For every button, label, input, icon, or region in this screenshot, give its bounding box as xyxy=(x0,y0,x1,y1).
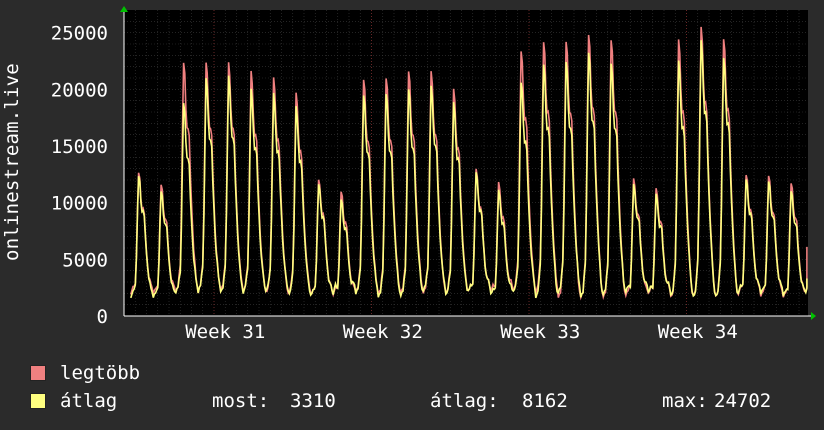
x-tick-label: Week 31 xyxy=(185,321,265,343)
y-tick-label: 10000 xyxy=(51,193,108,215)
legend-swatch-max xyxy=(30,365,46,381)
legend-swatch-avg xyxy=(30,393,46,409)
x-tick-label: Week 32 xyxy=(343,321,423,343)
y-tick-label: 5000 xyxy=(62,249,108,271)
legend-item-avg: átlag xyxy=(30,390,117,412)
x-tick-label: Week 33 xyxy=(500,321,580,343)
y-tick-label: 0 xyxy=(97,306,108,328)
y-axis-ticks: 0 5000 10000 15000 20000 25000 xyxy=(51,23,108,328)
x-axis-ticks: Week 31 Week 32 Week 33 Week 34 xyxy=(185,321,738,343)
stat-now-value: 3310 xyxy=(290,390,336,412)
y-axis-arrow xyxy=(120,6,128,12)
chart-canvas: 0 5000 10000 15000 20000 25000 Week 31 Week 32… xyxy=(51,6,816,343)
y-axis-label: onlinestream.live xyxy=(1,63,23,261)
legend-label-max: legtöbb xyxy=(60,362,141,384)
x-axis-arrow xyxy=(811,312,816,320)
stat-now-label: most: xyxy=(212,390,270,412)
x-tick-label: Week 34 xyxy=(658,321,738,343)
stat-max-label: max: xyxy=(662,390,708,412)
legend-item-max: legtöbb xyxy=(30,362,140,384)
stat-avg-label: átlag: xyxy=(430,390,499,412)
y-tick-label: 25000 xyxy=(51,23,108,45)
y-tick-label: 20000 xyxy=(51,79,108,101)
stat-max-value: 24702 xyxy=(714,390,772,412)
stat-avg-value: 8162 xyxy=(522,390,568,412)
legend-label-avg: átlag xyxy=(60,390,118,412)
y-tick-label: 15000 xyxy=(51,136,108,158)
